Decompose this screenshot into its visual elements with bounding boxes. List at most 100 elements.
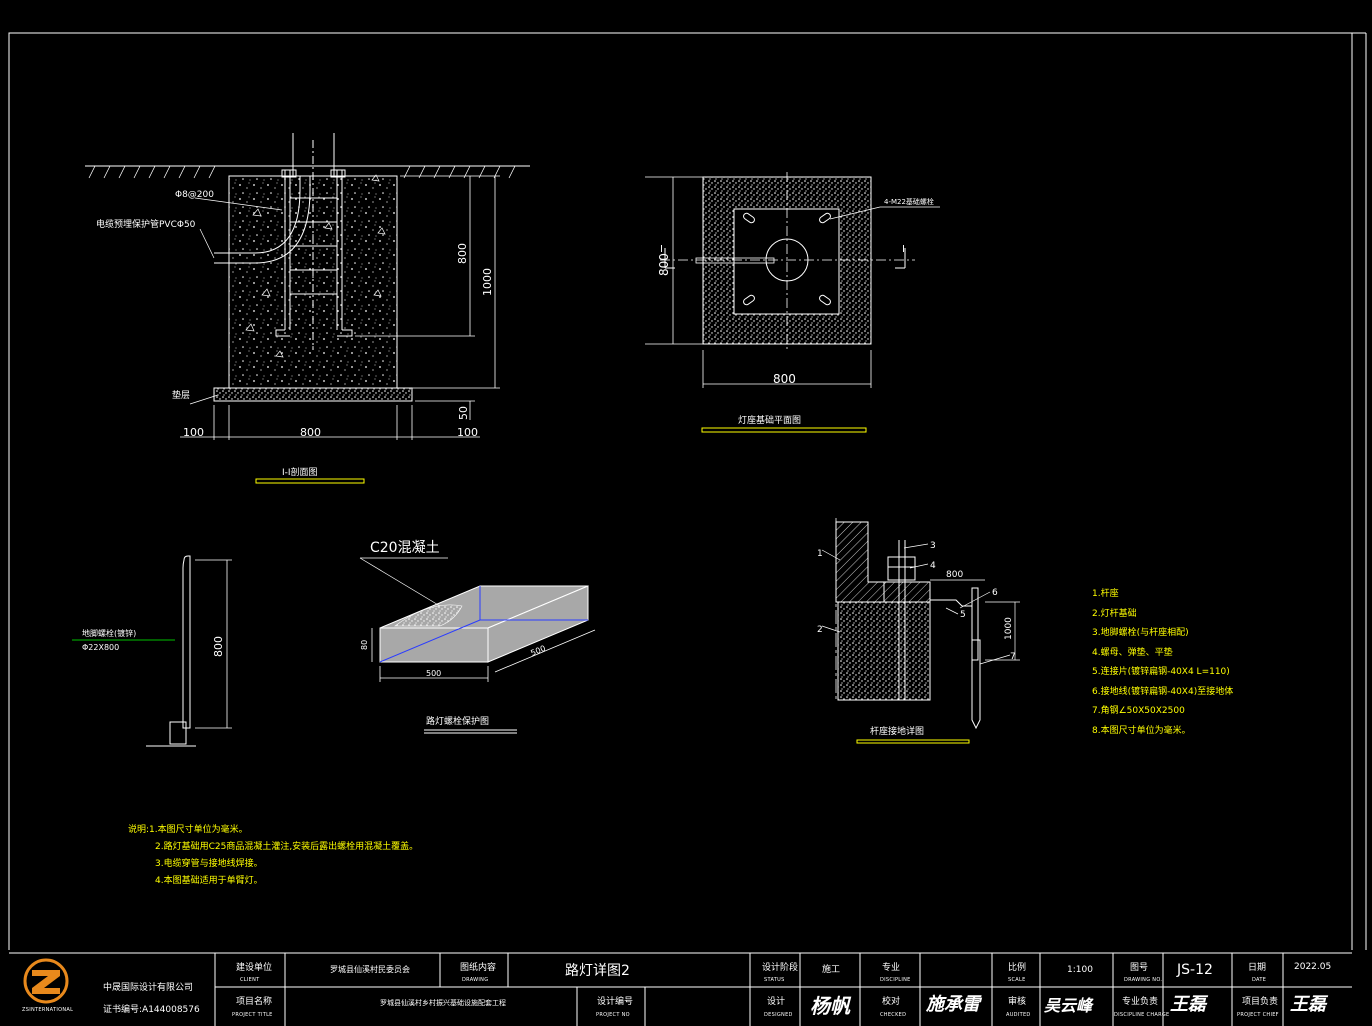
- company-name: 中晟国际设计有限公司: [103, 983, 194, 993]
- note-item: 2.路灯基础用C25商品混凝土灌注,安装后露出螺栓用混凝土覆盖。: [155, 842, 419, 852]
- plan-dim-width: 800: [773, 372, 796, 386]
- dim-100-right: 100: [457, 426, 478, 439]
- cushion-layer: [213, 387, 413, 402]
- legend-item: 7.角钢∠50X50X2500: [1092, 706, 1185, 716]
- designed-label: 设计: [767, 997, 786, 1007]
- chief-label: 项目负责: [1242, 997, 1279, 1007]
- company-logo-icon: [23, 958, 69, 1004]
- audited-sub: AUDITED: [1006, 1012, 1031, 1018]
- legend-item: 4.螺母、弹垫、平垫: [1092, 647, 1173, 658]
- callout-3: 3: [930, 541, 936, 551]
- protection-dim-width: 500: [426, 669, 441, 678]
- bolt-label: 地脚螺栓(镀锌): [82, 628, 136, 638]
- status-value: 施工: [822, 965, 841, 975]
- client-label: 建设单位: [236, 963, 273, 973]
- drawing-no-value: JS-12: [1177, 962, 1213, 978]
- section-1-1: Φ8@200 电缆预埋保护管PVCΦ50 垫层 800 1000 50 100 …: [85, 133, 530, 484]
- audited-label: 审核: [1008, 997, 1027, 1007]
- dim-800-horizontal: 800: [300, 426, 321, 439]
- grounding-dim-width: 800: [946, 570, 963, 580]
- protection-dim-depth: 500: [529, 644, 547, 658]
- status-label: 设计阶段: [762, 963, 799, 973]
- checked-label: 校对: [882, 997, 901, 1007]
- anchor-bolt-detail: 地脚螺栓(镀锌) Φ22X800 800: [72, 555, 232, 747]
- dim-800-vertical: 800: [456, 243, 469, 264]
- company-cert: 证书编号:A144008576: [103, 1005, 200, 1015]
- legend-item: 6.接地线(镀锌扁钢-40X4)至接地体: [1092, 686, 1234, 697]
- scale-label: 比例: [1008, 963, 1027, 973]
- section-1-1-title: I-I剖面图: [282, 466, 318, 478]
- plan-title: 灯座基础平面图: [738, 414, 801, 426]
- general-notes: 说明:1.本图尺寸单位为毫米。 2.路灯基础用C25商品混凝土灌注,安装后露出螺…: [128, 822, 418, 890]
- legend-item: 5.连接片(镀锌扁钢-40X4 L=110): [1092, 667, 1230, 677]
- callout-2: 2: [817, 625, 823, 635]
- plan-dim-height: 800: [657, 253, 671, 276]
- project-no-sub: PROJECT NO: [596, 1012, 630, 1018]
- anchor-label: 4-M22基础螺栓: [884, 197, 934, 206]
- status-sub: STATUS: [764, 977, 785, 983]
- bolt-dim: 800: [212, 636, 225, 657]
- project-no-label: 设计编号: [597, 997, 634, 1007]
- dim-1000-vertical: 1000: [481, 268, 494, 296]
- drawing-no-label: 图号: [1130, 963, 1149, 973]
- auditor-signature: 吴云峰: [1044, 996, 1093, 1015]
- grounding-foundation: [837, 601, 931, 701]
- note-item: 说明:1.本图尺寸单位为毫米。: [128, 825, 248, 835]
- checked-sub: CHECKED: [880, 1012, 907, 1018]
- date-sub: DATE: [1252, 977, 1267, 983]
- dim-50-vertical: 50: [457, 406, 470, 420]
- scale-sub: SCALE: [1008, 977, 1026, 983]
- concrete-label: C20混凝土: [370, 540, 440, 556]
- drawing-no-sub: DRAWING NO.: [1124, 977, 1163, 983]
- project-sub: PROJECT TITLE: [232, 1012, 273, 1018]
- drawing-sub: DRAWING: [462, 977, 489, 983]
- title-block: ZSINTERNATIONAL 中晟国际设计有限公司 证书编号:A1440085…: [0, 950, 1372, 1026]
- callout-7: 7: [1010, 652, 1016, 662]
- date-label: 日期: [1248, 963, 1267, 973]
- checker-signature: 施承雷: [926, 994, 980, 1015]
- protection-title: 路灯螺栓保护图: [426, 715, 489, 727]
- callout-5: 5: [960, 610, 966, 620]
- designed-sub: DESIGNED: [764, 1012, 793, 1018]
- project-label: 项目名称: [236, 997, 273, 1007]
- client-sub: CLIENT: [240, 977, 260, 983]
- component-legend: 1.杆座 2.灯杆基础 3.地脚螺栓(与杆座相配) 4.螺母、弹垫、平垫 5.连…: [1092, 585, 1233, 741]
- client-value: 罗城县仙溪村民委员会: [330, 965, 410, 974]
- grounding-dim-height: 1000: [1004, 617, 1014, 640]
- chief-signature: 王磊: [1290, 994, 1326, 1015]
- cut-label-right: I: [902, 244, 905, 255]
- drawing-value: 路灯详图2: [565, 963, 630, 979]
- logo-caption: ZSINTERNATIONAL: [22, 1007, 74, 1013]
- legend-item: 1.杆座: [1092, 589, 1119, 599]
- grounding-title: 杆座接地详图: [870, 725, 924, 737]
- note-item: 3.电缆穿管与接地线焊接。: [155, 859, 263, 869]
- dim-100-left: 100: [183, 426, 204, 439]
- discipline-sub: DISCIPLINE: [880, 977, 911, 983]
- legend-item: 8.本图尺寸单位为毫米。: [1092, 725, 1191, 736]
- chief-sub: PROJECT CHIEF: [1237, 1012, 1279, 1018]
- date-value: 2022.05: [1294, 962, 1332, 972]
- grounding-detail: 1 2 3 4 5 6 7 800 1000 杆座接地详图: [817, 518, 1020, 744]
- drawing-frame: [8, 32, 1353, 950]
- note-item: 4.本图基础适用于单臂灯。: [155, 876, 263, 886]
- callout-6: 6: [992, 588, 998, 598]
- plan-view: I I 4-M22基础螺栓 800 800 灯座基础平面图: [645, 172, 940, 433]
- callout-4: 4: [930, 561, 936, 571]
- callout-1: 1: [817, 549, 823, 559]
- project-value: 罗城县仙溪村乡村振兴基础设施配套工程: [380, 999, 506, 1007]
- discipline-charge-label: 专业负责: [1122, 997, 1159, 1007]
- legend-item: 3.地脚螺栓(与杆座相配): [1092, 628, 1189, 638]
- discipline-signature: 王磊: [1170, 994, 1206, 1015]
- cushion-label: 垫层: [172, 389, 190, 401]
- bolt-spec: Φ22X800: [82, 643, 119, 652]
- conduit-label: 电缆预埋保护管PVCΦ50: [96, 218, 196, 230]
- scale-value: 1:100: [1067, 965, 1093, 975]
- discipline-charge-sub: DISCIPLINE CHARGE: [1114, 1012, 1170, 1018]
- designer-signature: 杨帆: [810, 994, 850, 1018]
- drawing-canvas: Φ8@200 电缆预埋保护管PVCΦ50 垫层 800 1000 50 100 …: [8, 32, 1367, 950]
- rebar-label: Φ8@200: [175, 190, 214, 200]
- legend-item: 2.灯杆基础: [1092, 608, 1137, 619]
- drawing-label: 图纸内容: [460, 963, 497, 973]
- protection-dim-height: 80: [360, 640, 369, 650]
- protection-detail: C20混凝土 80 500 500 路灯螺栓保护图: [359, 540, 596, 734]
